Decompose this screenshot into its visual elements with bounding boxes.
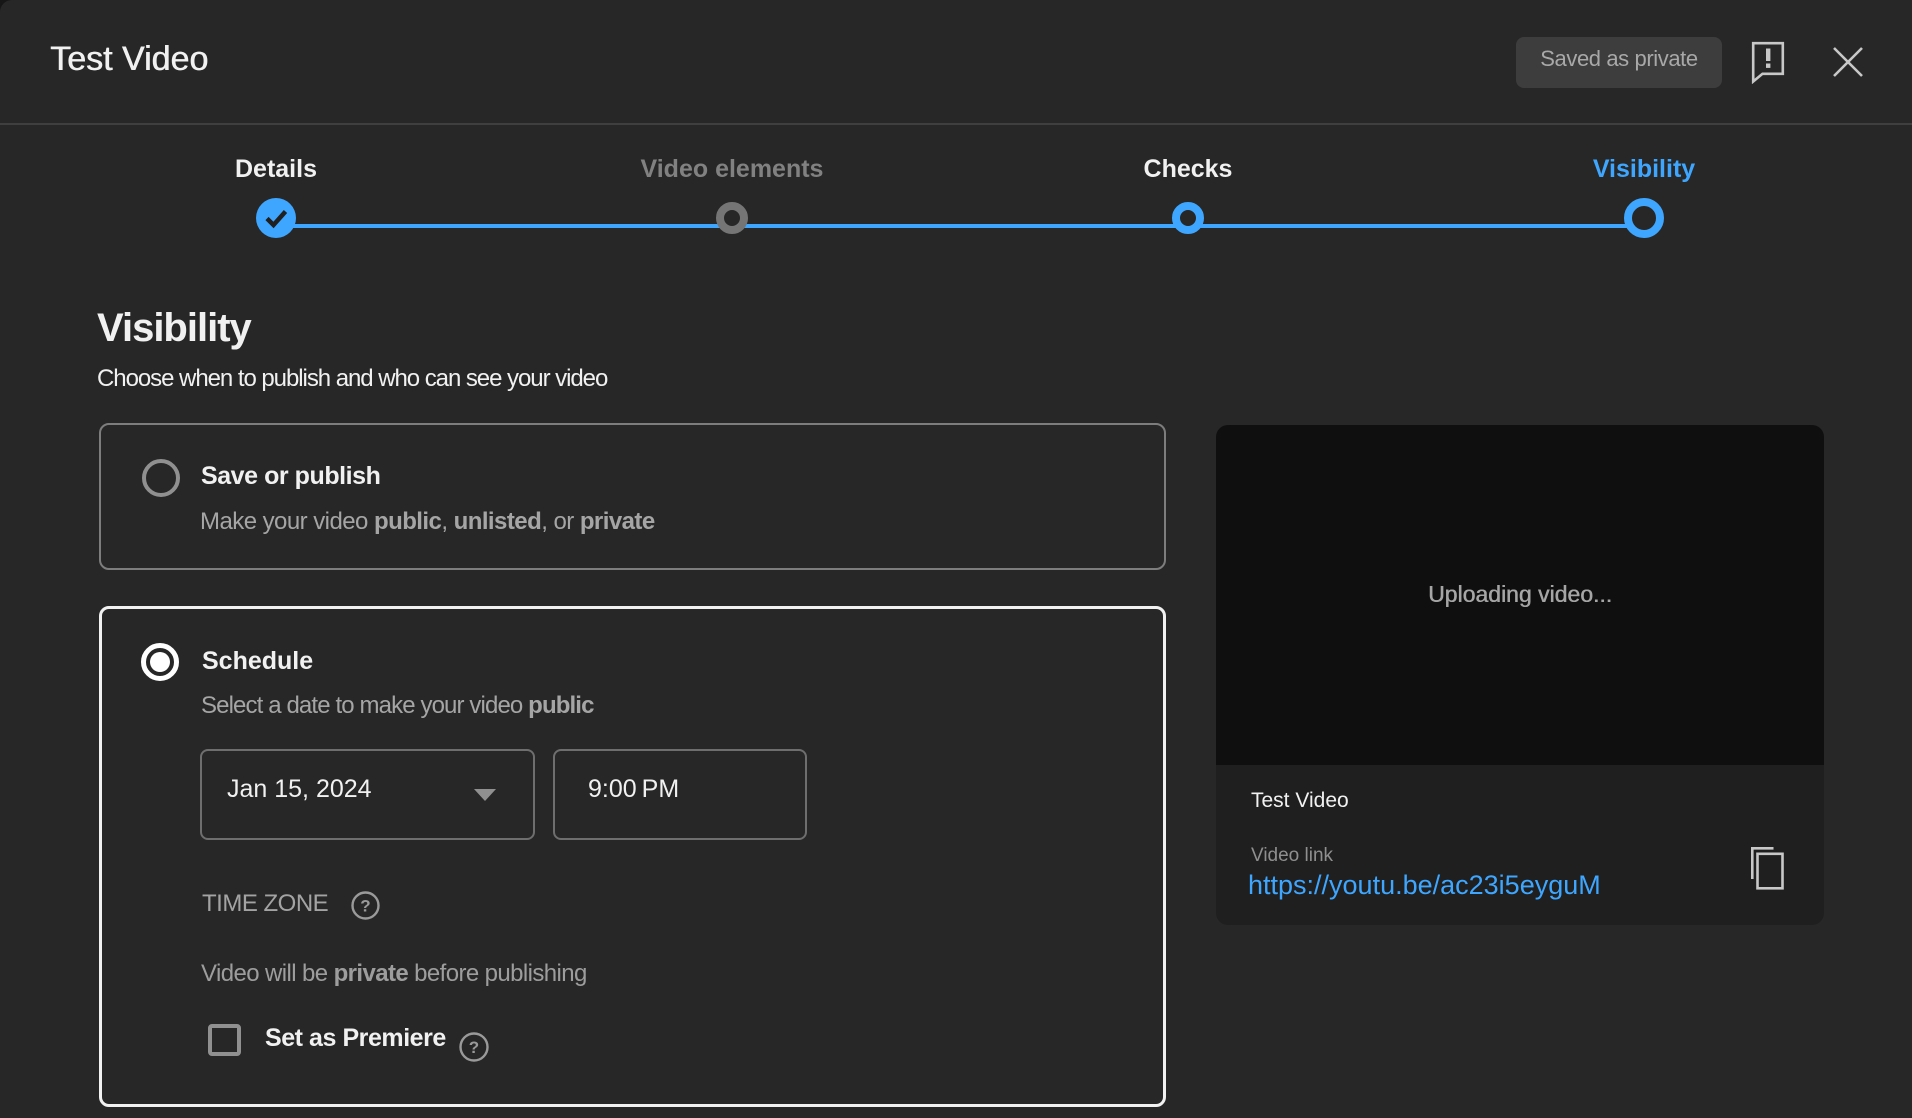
svg-text:?: ? [360,897,370,916]
svg-text:?: ? [469,1038,479,1057]
